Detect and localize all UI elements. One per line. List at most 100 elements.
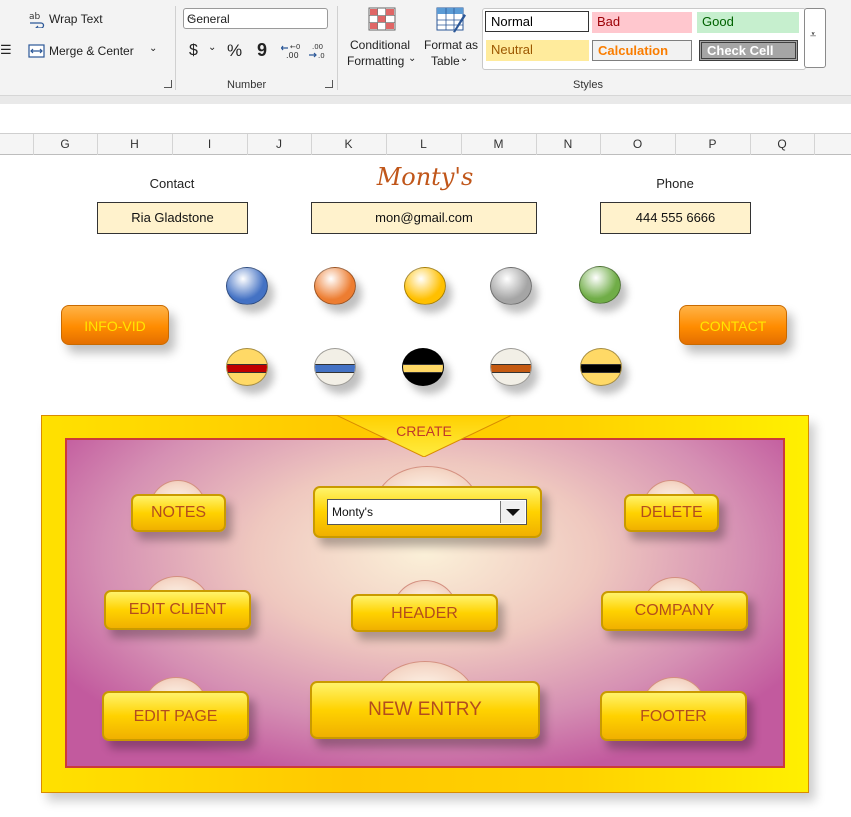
swatch-stripe: [491, 364, 531, 373]
format-as-table-label-1: Format as: [424, 38, 479, 52]
theme-swatch-yellow-black[interactable]: [580, 348, 622, 386]
swatch-stripe: [227, 364, 267, 373]
theme-swatch-blue[interactable]: [226, 267, 268, 305]
theme-swatch-black-yellow[interactable]: [402, 348, 444, 386]
format-as-table-icon: [436, 7, 466, 33]
theme-swatch-white-orange[interactable]: [490, 348, 532, 386]
alignment-launcher-icon[interactable]: [164, 80, 172, 88]
increase-decimal-icon[interactable]: .00 ←0: [281, 42, 301, 60]
header-button[interactable]: HEADER: [351, 580, 498, 632]
percent-button[interactable]: %: [227, 41, 242, 61]
page-title: Monty's: [376, 163, 474, 191]
column-header[interactable]: I: [172, 134, 247, 155]
merge-center-label: Merge & Center: [49, 44, 134, 58]
caret-down-icon: [506, 509, 520, 516]
svg-text:←0: ←0: [290, 43, 300, 51]
column-header[interactable]: G: [33, 134, 97, 155]
company-label: COMPANY: [601, 591, 748, 631]
column-header[interactable]: M: [461, 134, 536, 155]
swatch-stripe: [403, 364, 443, 373]
column-header[interactable]: P: [675, 134, 750, 155]
theme-swatch-white-blue[interactable]: [314, 348, 356, 386]
chevron-down-icon[interactable]: ⌄: [149, 43, 157, 54]
merge-center-button[interactable]: Merge & Center ⌄: [28, 42, 163, 62]
merge-center-icon: [28, 44, 45, 58]
column-header[interactable]: N: [536, 134, 600, 155]
chevron-down-icon: ⌄: [408, 53, 417, 64]
decrease-decimal-icon[interactable]: .00 .0: [307, 42, 327, 60]
column-header-bar: G H I J K L M N O P Q: [0, 133, 851, 155]
swatch-stripe: [581, 364, 621, 373]
wrap-text-icon: ab: [29, 12, 45, 28]
client-dropdown-value: Monty's: [332, 505, 373, 519]
group-separator: [175, 6, 176, 90]
style-normal[interactable]: Normal: [485, 11, 589, 32]
currency-button[interactable]: $: [189, 42, 198, 60]
style-good[interactable]: Good: [697, 12, 799, 33]
number-group-label: Number: [227, 79, 267, 91]
more-icon: ⩡: [810, 29, 817, 41]
svg-text:.00: .00: [286, 51, 299, 60]
conditional-formatting-label-2: Formatting: [347, 54, 405, 68]
dropdown-arrow-button[interactable]: [500, 501, 525, 523]
client-dropdown[interactable]: Monty's: [327, 499, 527, 525]
contact-button[interactable]: CONTACT: [679, 305, 787, 345]
contact-label: Contact: [149, 176, 195, 191]
new-entry-label: NEW ENTRY: [310, 681, 540, 739]
ribbon: ☰ ab Wrap Text Merge & Center ⌄ General …: [0, 0, 851, 95]
col-border: [814, 134, 815, 155]
format-as-table-button[interactable]: Format as Table ⌄: [423, 6, 479, 72]
footer-label: FOOTER: [600, 691, 747, 741]
chevron-down-icon[interactable]: ⌄: [208, 42, 216, 53]
edit-page-label: EDIT PAGE: [102, 691, 249, 741]
column-header[interactable]: O: [600, 134, 675, 155]
contact-name-cell[interactable]: Ria Gladstone: [97, 202, 248, 234]
column-header[interactable]: K: [311, 134, 386, 155]
email-cell[interactable]: mon@gmail.com: [311, 202, 537, 234]
number-launcher-icon[interactable]: [325, 80, 333, 88]
style-calculation[interactable]: Calculation: [592, 40, 692, 61]
new-entry-button[interactable]: NEW ENTRY: [310, 661, 540, 739]
theme-swatch-orange[interactable]: [314, 267, 356, 305]
column-header[interactable]: J: [247, 134, 311, 155]
conditional-formatting-label-1: Conditional: [350, 38, 411, 52]
theme-swatch-yellow-red[interactable]: [226, 348, 268, 386]
svg-text:ab: ab: [29, 12, 41, 22]
company-button[interactable]: COMPANY: [601, 577, 748, 631]
header-label: HEADER: [351, 594, 498, 632]
theme-swatch-gray[interactable]: [490, 267, 532, 305]
conditional-formatting-icon: [368, 7, 396, 31]
theme-swatch-green[interactable]: [579, 266, 621, 304]
phone-label: Phone: [656, 176, 694, 191]
notes-label: NOTES: [131, 494, 226, 532]
column-header[interactable]: H: [97, 134, 172, 155]
column-header[interactable]: Q: [750, 134, 814, 155]
edit-client-button[interactable]: EDIT CLIENT: [104, 576, 251, 630]
chevron-down-icon: ⌄: [187, 11, 196, 22]
conditional-formatting-button[interactable]: Conditional Formatting ⌄: [344, 6, 420, 72]
phone-cell[interactable]: 444 555 6666: [600, 202, 751, 234]
ribbon-divider: [0, 95, 851, 104]
align-icon[interactable]: ☰: [0, 42, 12, 58]
delete-button[interactable]: DELETE: [624, 480, 719, 532]
style-bad[interactable]: Bad: [592, 12, 692, 33]
delete-label: DELETE: [624, 494, 719, 532]
style-check-cell[interactable]: Check Cell: [699, 40, 798, 61]
svg-text:.00: .00: [312, 43, 323, 51]
comma-style-button[interactable]: 9: [257, 40, 267, 61]
number-format-select[interactable]: General ⌄: [183, 8, 328, 29]
column-header[interactable]: L: [386, 134, 461, 155]
wrap-text-label: Wrap Text: [49, 12, 103, 26]
styles-group-label: Styles: [573, 79, 603, 91]
styles-more-button[interactable]: ⩡: [804, 8, 826, 68]
style-neutral[interactable]: Neutral: [486, 40, 589, 61]
chevron-down-icon: ⌄: [460, 53, 469, 64]
notes-button[interactable]: NOTES: [131, 480, 226, 532]
group-separator: [337, 6, 338, 90]
edit-client-label: EDIT CLIENT: [104, 590, 251, 630]
svg-text:.0: .0: [318, 52, 325, 60]
footer-button[interactable]: FOOTER: [600, 677, 747, 741]
theme-swatch-gold[interactable]: [404, 267, 446, 305]
edit-page-button[interactable]: EDIT PAGE: [102, 677, 249, 741]
info-vid-button[interactable]: INFO-VID: [61, 305, 169, 345]
